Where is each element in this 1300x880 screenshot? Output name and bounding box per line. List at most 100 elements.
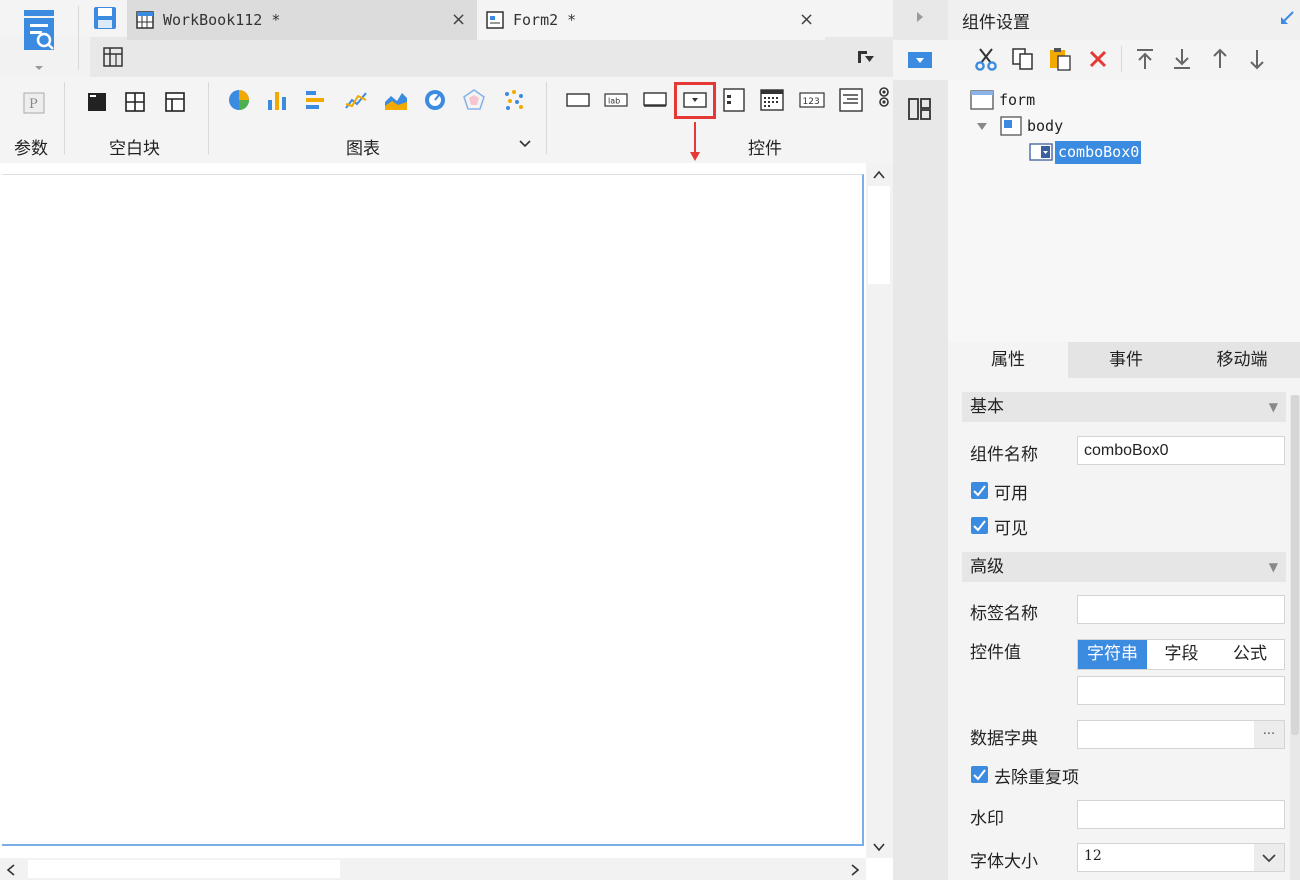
move-up-icon[interactable] [1209, 47, 1231, 71]
watermark-label: 水印 [970, 809, 1004, 829]
svg-text:123: 123 [803, 97, 820, 107]
absolute-block-icon[interactable] [86, 91, 108, 113]
tree-node-combobox[interactable]: comboBox0 [1058, 143, 1139, 161]
area-chart-icon[interactable] [383, 88, 409, 112]
blank-group-label: 空白块 [109, 139, 160, 159]
tab-workbook[interactable]: WorkBook112 * × [127, 0, 477, 40]
tab-menu-icon[interactable] [856, 48, 876, 66]
scroll-up-icon[interactable] [870, 168, 888, 182]
section-title: 高级 [970, 557, 1004, 577]
move-to-top-icon[interactable] [1134, 47, 1156, 71]
close-icon[interactable]: × [799, 9, 814, 30]
expand-right-icon[interactable] [913, 9, 927, 25]
document-tab-bar [90, 37, 893, 77]
tab-block-icon[interactable] [164, 91, 186, 113]
button-widget-icon[interactable] [642, 90, 668, 110]
enabled-label: 可用 [994, 484, 1028, 504]
combobox-settings-icon[interactable] [907, 50, 933, 70]
value-mode-field[interactable]: 字段 [1147, 640, 1216, 669]
scatter-chart-icon[interactable] [502, 88, 526, 112]
section-title: 基本 [970, 397, 1004, 417]
tab-properties[interactable]: 属性 [948, 342, 1068, 378]
bar-chart-icon[interactable] [265, 88, 289, 112]
tree-expand-icon[interactable] [975, 120, 989, 132]
chevron-down-icon[interactable] [518, 138, 532, 150]
param-group-label: 参数 [14, 139, 48, 159]
value-input[interactable] [1077, 676, 1285, 705]
fontsize-select[interactable]: 12 [1077, 843, 1285, 872]
combobox-node-icon [1029, 143, 1053, 161]
pie-chart-icon[interactable] [227, 88, 251, 112]
scroll-left-icon[interactable] [4, 862, 18, 878]
name-input[interactable] [1077, 436, 1285, 465]
section-basic[interactable]: 基本 ▼ [962, 392, 1286, 422]
scroll-down-icon[interactable] [870, 840, 888, 854]
tab-form2[interactable]: Form2 * × [477, 0, 825, 40]
collapse-panel-icon[interactable] [1278, 9, 1296, 27]
form-body-area[interactable] [2, 174, 864, 846]
body-node-icon [1000, 116, 1022, 136]
text-area-widget-icon[interactable] [838, 87, 864, 113]
parameter-icon[interactable]: P [23, 92, 45, 114]
tree-node-form[interactable]: form [999, 91, 1035, 109]
dedupe-label: 去除重复项 [994, 768, 1079, 788]
list-widget-icon[interactable] [722, 87, 746, 113]
dict-browse-button[interactable]: ··· [1254, 721, 1284, 748]
split-block-icon[interactable] [124, 91, 146, 113]
radar-chart-icon[interactable] [462, 88, 486, 112]
combobox-widget-icon[interactable] [682, 90, 708, 110]
dedupe-checkbox[interactable] [971, 766, 988, 783]
tab-events[interactable]: 事件 [1068, 342, 1184, 378]
app-logo-icon[interactable] [20, 8, 60, 70]
select-button[interactable] [1254, 844, 1284, 871]
widget-group-label: 控件 [748, 139, 782, 159]
layout-panel-icon[interactable] [907, 97, 933, 121]
close-icon[interactable]: × [451, 9, 466, 30]
scroll-right-icon[interactable] [848, 862, 862, 878]
cut-icon[interactable] [973, 46, 999, 72]
copy-icon[interactable] [1010, 46, 1036, 72]
divider [1121, 46, 1122, 72]
paste-icon[interactable] [1047, 46, 1073, 72]
grid-view-icon[interactable] [102, 46, 124, 68]
section-advanced[interactable]: 高级 ▼ [962, 552, 1286, 582]
save-icon[interactable] [92, 5, 118, 31]
text-field-widget-icon[interactable] [565, 90, 591, 110]
label-widget-icon[interactable]: lab [603, 90, 629, 110]
arrow-down-icon [690, 122, 700, 161]
fontsize-label: 字体大小 [970, 852, 1038, 872]
move-to-bottom-icon[interactable] [1171, 47, 1193, 71]
date-widget-icon[interactable] [759, 87, 785, 113]
tab-mobile[interactable]: 移动端 [1184, 342, 1300, 378]
divider [208, 82, 209, 154]
move-down-icon[interactable] [1246, 47, 1268, 71]
tree-node-body[interactable]: body [1027, 117, 1063, 135]
form-node-icon [970, 90, 994, 110]
value-mode-formula[interactable]: 公式 [1216, 640, 1284, 669]
chevron-down-icon: ▼ [1268, 400, 1278, 414]
fontsize-value: 12 [1084, 848, 1102, 864]
workbook-grid-icon [136, 11, 154, 29]
tag-label: 标签名称 [970, 604, 1038, 624]
divider [546, 82, 547, 154]
radio-widget-icon[interactable] [876, 86, 892, 114]
panel-title: 组件设置 [962, 13, 1030, 33]
watermark-input[interactable] [1077, 800, 1285, 829]
divider [78, 6, 79, 70]
tag-input[interactable] [1077, 595, 1285, 624]
line-chart-icon[interactable] [344, 88, 368, 112]
chevron-down-icon [1262, 854, 1276, 863]
chart-group-label: 图表 [346, 139, 380, 159]
panel-scroll-thumb[interactable] [1291, 395, 1299, 735]
side-toggle-strip [893, 0, 948, 880]
scroll-thumb[interactable] [28, 860, 340, 878]
scroll-thumb[interactable] [868, 186, 890, 284]
visible-checkbox[interactable] [971, 517, 988, 534]
svg-text:P: P [29, 97, 38, 112]
value-mode-string[interactable]: 字符串 [1078, 640, 1147, 669]
delete-icon[interactable] [1087, 48, 1109, 70]
number-widget-icon[interactable]: 123 [798, 90, 826, 110]
horizontal-bar-chart-icon[interactable] [304, 88, 328, 112]
gauge-chart-icon[interactable] [423, 88, 447, 112]
enabled-checkbox[interactable] [971, 482, 988, 499]
